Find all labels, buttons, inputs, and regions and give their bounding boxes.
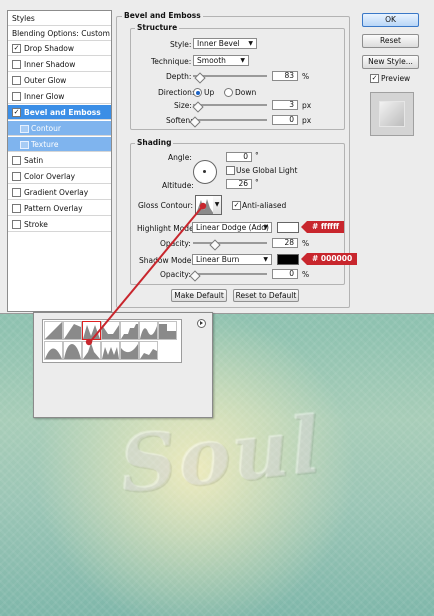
- annotation-arrow: [85, 202, 207, 346]
- annotation-dot: [85, 338, 93, 346]
- annotation-dot: [199, 202, 207, 210]
- annotation-line: [89, 206, 203, 343]
